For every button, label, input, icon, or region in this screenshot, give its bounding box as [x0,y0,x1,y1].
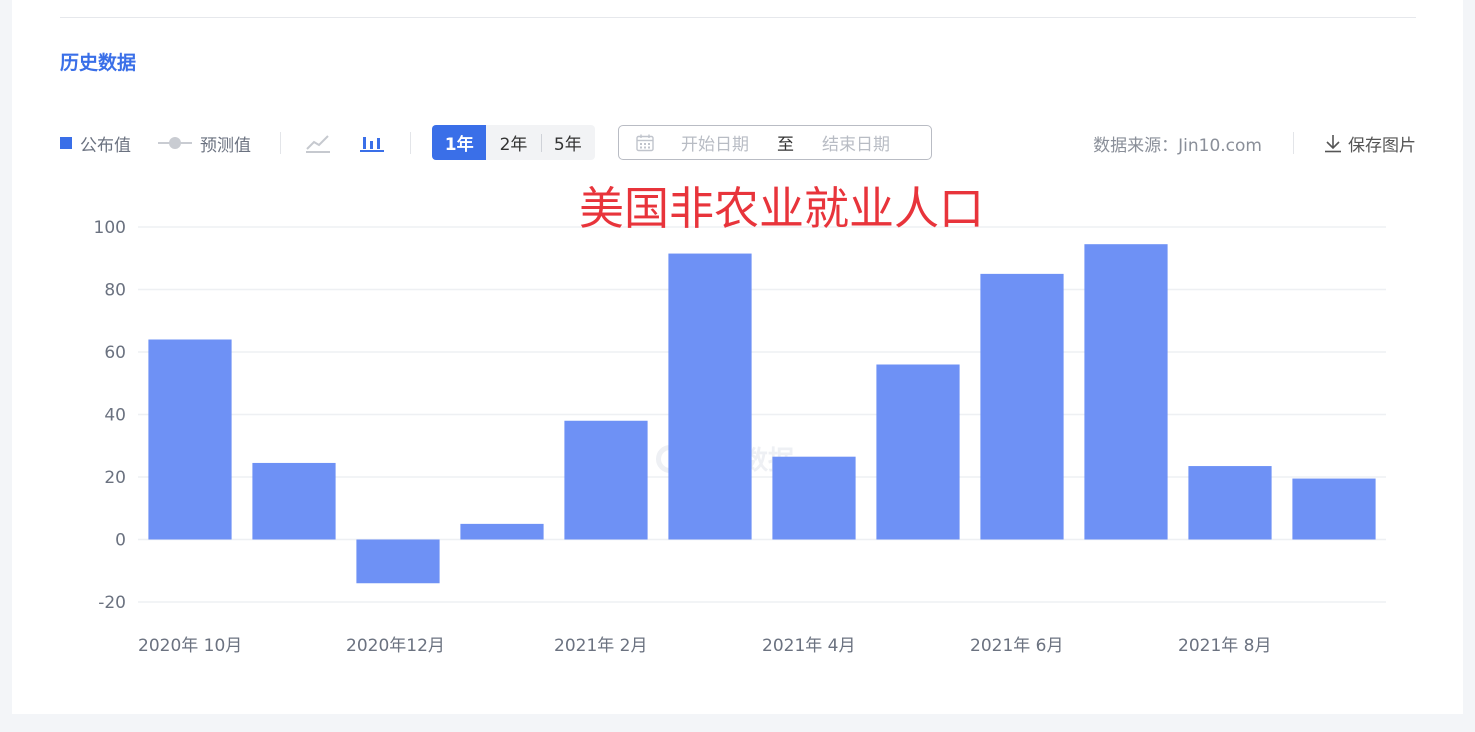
bar[interactable] [980,273,1064,540]
x-tick-label: 2020年12月 [346,636,445,656]
bar[interactable] [668,253,752,540]
bar-chart: 100 80 60 40 20 0 -20 2020年 10月 2020年12月 2021年 2月… [94,218,1386,656]
x-tick-label: 2020年 10月 [138,636,242,656]
y-tick-label: 0 [115,531,126,551]
chart-title: 美国非农业就业人口 [579,182,985,235]
bar[interactable] [876,364,960,540]
y-tick-label: 60 [104,343,126,363]
bar[interactable] [252,462,336,540]
y-tick-label: -20 [98,593,126,613]
x-tick-label: 2021年 2月 [554,636,647,656]
bar[interactable] [356,539,440,584]
bar[interactable] [1084,244,1168,540]
y-tick-label: 100 [94,218,126,238]
bar[interactable] [564,420,648,540]
bar[interactable] [460,523,544,540]
x-tick-label: 2021年 6月 [970,636,1063,656]
bar[interactable] [1188,466,1272,540]
y-tick-label: 40 [104,406,126,426]
bar[interactable] [148,339,232,540]
x-tick-label: 2021年 8月 [1178,636,1271,656]
bar[interactable] [1292,478,1376,540]
x-tick-label: 2021年 4月 [762,636,855,656]
y-tick-label: 20 [104,468,126,488]
y-tick-label: 80 [104,281,126,301]
bar[interactable] [772,456,856,540]
